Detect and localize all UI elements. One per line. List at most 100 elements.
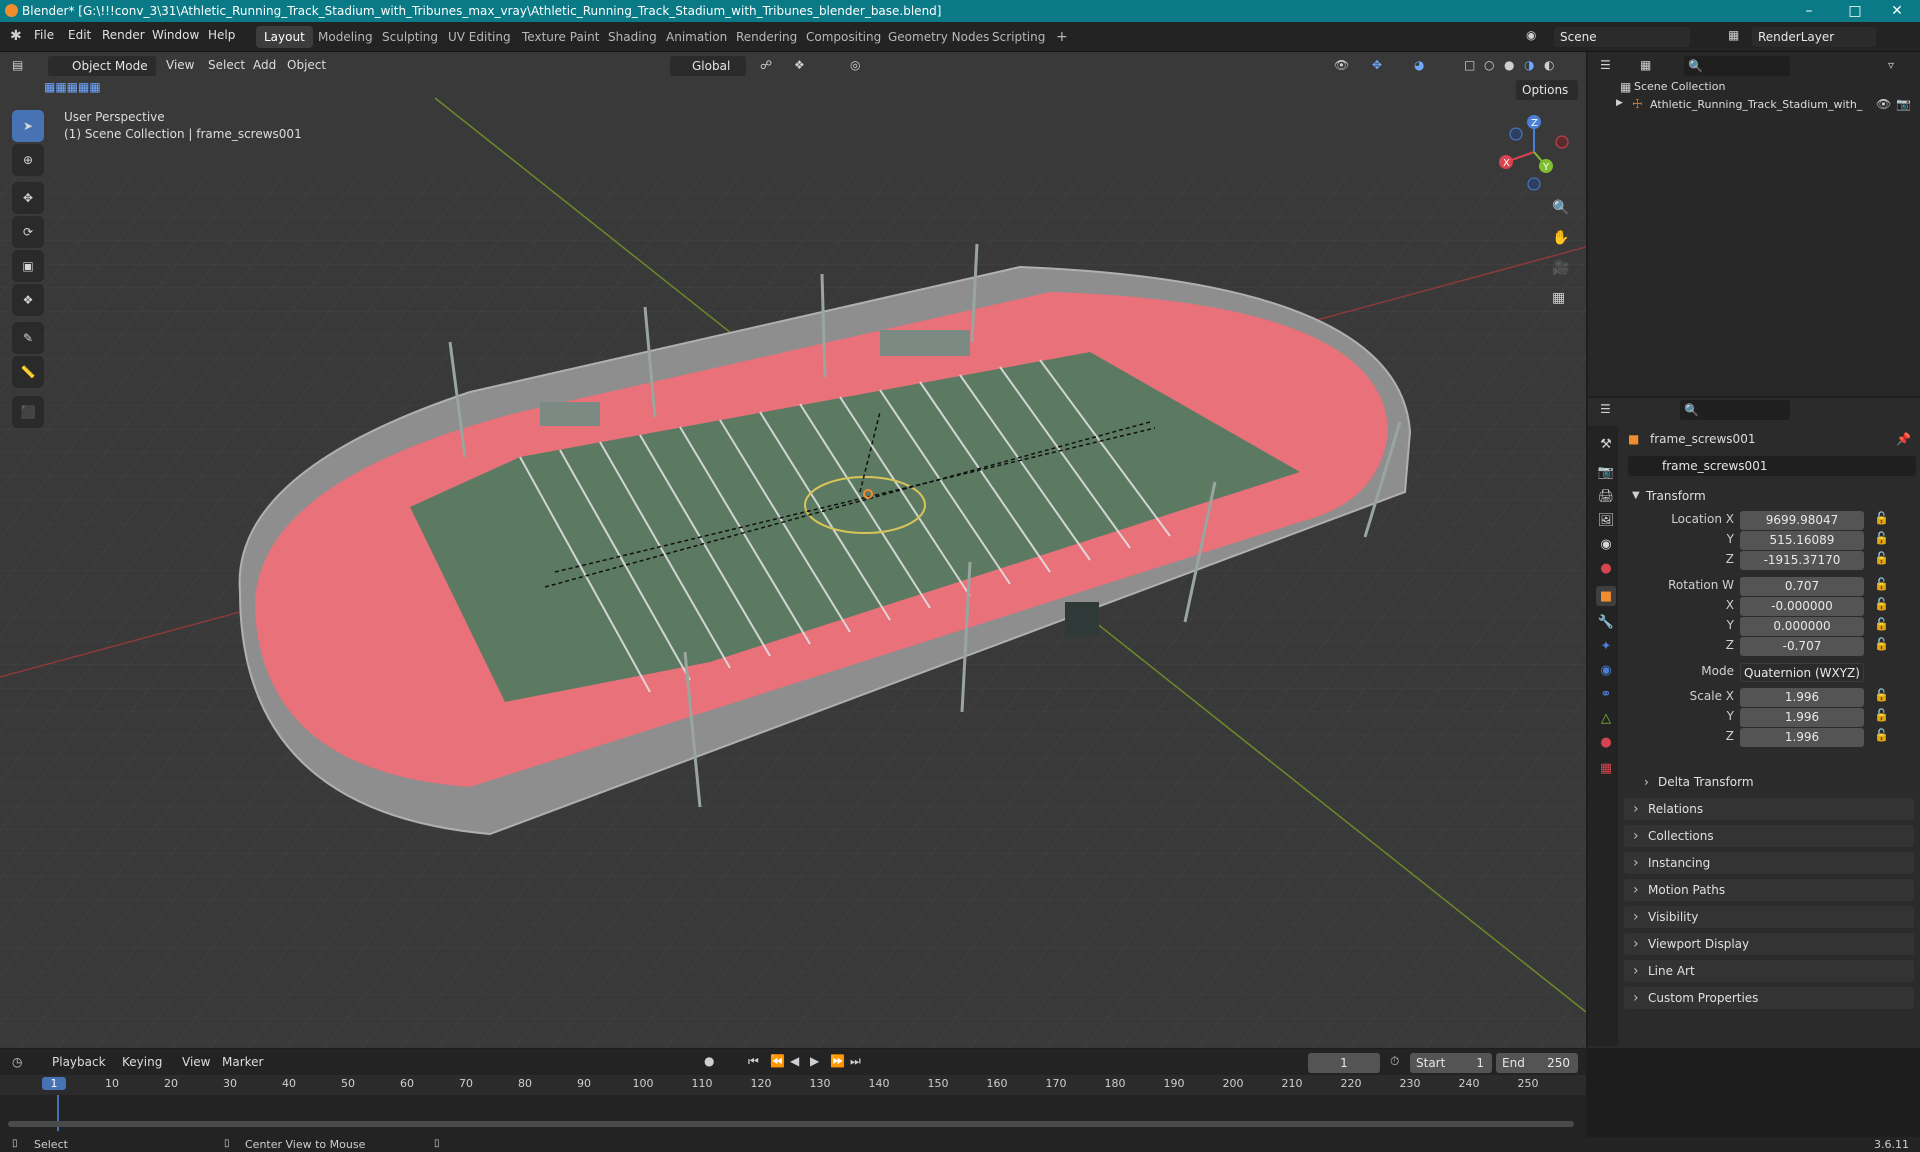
menu-render[interactable]: Render (102, 28, 145, 42)
transform-header[interactable]: ▼ Transform (1624, 486, 1914, 506)
menu-edit[interactable]: Edit (68, 28, 91, 42)
viewport-scene[interactable] (0, 52, 1586, 1048)
object-tab-icon[interactable]: ■ (1596, 586, 1616, 606)
play-reverse-icon[interactable]: ◀ (790, 1054, 799, 1068)
location-x-field[interactable]: 9699.98047 (1740, 511, 1864, 530)
menu-window[interactable]: Window (152, 28, 199, 42)
rotation-z-field[interactable]: -0.707 (1740, 637, 1864, 656)
material-tab-icon[interactable]: ● (1596, 732, 1616, 752)
perspective-grid-icon[interactable]: ▦ (1552, 290, 1565, 306)
lock-icon[interactable]: 🔓 (1874, 708, 1889, 722)
tab-geometry-nodes[interactable]: Geometry Nodes (880, 26, 997, 48)
add-workspace-button[interactable]: + (1048, 26, 1076, 48)
outliner-search-input[interactable]: 🔍 (1684, 56, 1790, 76)
lock-icon[interactable]: 🔓 (1874, 597, 1889, 611)
tool-tab-icon[interactable]: ⚒ (1596, 434, 1616, 454)
world-tab-icon[interactable]: ● (1596, 558, 1616, 578)
scale-z-field[interactable]: 1.996 (1740, 728, 1864, 747)
tab-modeling[interactable]: Modeling (310, 26, 381, 48)
eye-visibility-icon[interactable]: 👁 (1876, 97, 1891, 111)
solid-shading-icon[interactable]: ● (1504, 58, 1514, 72)
scene-collection-label[interactable]: Scene Collection (1634, 80, 1725, 93)
panel-instancing[interactable]: Instancing (1624, 852, 1914, 874)
rotation-mode-dropdown[interactable]: Quaternion (WXYZ) (1740, 663, 1864, 682)
jump-start-icon[interactable]: ⏮ (748, 1054, 759, 1069)
properties-search-input[interactable]: 🔍 (1680, 400, 1790, 420)
overlay-toggle-icon[interactable]: ◕ (1414, 58, 1424, 72)
panel-motion-paths[interactable]: Motion Paths (1624, 879, 1914, 901)
scale-x-field[interactable]: 1.996 (1740, 688, 1864, 707)
camera-render-icon[interactable]: 📷 (1896, 97, 1911, 111)
expand-arrow-icon[interactable]: ▶ (1616, 98, 1623, 108)
filter-icon[interactable]: ▿ (1888, 58, 1894, 72)
lock-icon[interactable]: 🔓 (1874, 728, 1889, 742)
annotate-tool[interactable]: ✎ (12, 322, 44, 354)
outliner-row-stadium[interactable]: ▶ ☩ Athletic_Running_Track_Stadium_with_… (1588, 96, 1920, 114)
modifier-tab-icon[interactable]: 🔧 (1596, 612, 1616, 632)
viewport-menu-view[interactable]: View (166, 58, 194, 72)
maximize-button[interactable]: □ (1832, 0, 1878, 22)
physics-tab-icon[interactable]: ◉ (1596, 660, 1616, 680)
play-icon[interactable]: ▶ (810, 1054, 819, 1068)
display-mode-icon[interactable]: ▦ (1640, 58, 1651, 72)
timeline-editor-icon[interactable]: ◷ (12, 1055, 22, 1069)
data-tab-icon[interactable]: △ (1596, 708, 1616, 728)
move-tool[interactable]: ✥ (12, 182, 44, 214)
panel-relations[interactable]: Relations (1624, 798, 1914, 820)
jump-end-icon[interactable]: ⏭ (850, 1054, 861, 1069)
wireframe-shading-icon[interactable]: ○ (1484, 58, 1494, 72)
panel-custom-properties[interactable]: Custom Properties (1624, 987, 1914, 1009)
constraints-tab-icon[interactable]: ⚭ (1596, 684, 1616, 704)
timeline-menu-marker[interactable]: Marker (222, 1055, 263, 1069)
lock-icon[interactable]: 🔓 (1874, 577, 1889, 591)
next-keyframe-icon[interactable]: ⏩ (830, 1054, 845, 1068)
pivot-icon[interactable]: ☍ (760, 58, 772, 72)
panel-collections[interactable]: Collections (1624, 825, 1914, 847)
visibility-icon[interactable]: 👁 (1334, 58, 1349, 72)
select-box-tool[interactable]: ➤ (12, 110, 44, 142)
output-tab-icon[interactable]: 🖨 (1596, 486, 1616, 506)
render-tab-icon[interactable]: 📷 (1596, 462, 1616, 482)
scale-tool[interactable]: ▣ (12, 250, 44, 282)
lock-icon[interactable]: 🔓 (1874, 511, 1889, 525)
rotation-y-field[interactable]: 0.000000 (1740, 617, 1864, 636)
rotation-w-field[interactable]: 0.707 (1740, 577, 1864, 596)
viewport-menu-add[interactable]: Add (253, 58, 276, 72)
viewport-menu-object[interactable]: Object (287, 58, 326, 72)
options-dropdown[interactable]: Options (1516, 80, 1578, 100)
object-name-field[interactable]: frame_screws001 (1628, 456, 1916, 476)
measure-tool[interactable]: 📏 (12, 356, 44, 388)
navigation-gizmo[interactable]: Z X Y (1494, 112, 1574, 192)
rotation-x-field[interactable]: -0.000000 (1740, 597, 1864, 616)
tab-scripting[interactable]: Scripting (984, 26, 1053, 48)
pan-hand-icon[interactable]: ✋ (1552, 230, 1569, 246)
render-layer-selector[interactable]: RenderLayer (1752, 27, 1876, 47)
select-box-mode-icon[interactable]: ▦▦▦▦▦ (44, 80, 101, 94)
orientation-dropdown[interactable]: Global (670, 56, 746, 76)
tab-shading[interactable]: Shading (600, 26, 665, 48)
cursor-tool[interactable]: ⊕ (12, 144, 44, 176)
outliner-editor-icon[interactable]: ☰ (1600, 58, 1611, 72)
viewport-menu-select[interactable]: Select (208, 58, 245, 72)
menu-help[interactable]: Help (208, 28, 235, 42)
xray-icon[interactable]: □ (1464, 58, 1475, 72)
mode-dropdown[interactable]: Object Mode (48, 56, 156, 76)
lock-icon[interactable]: 🔓 (1874, 617, 1889, 631)
scene-selector[interactable]: Scene (1554, 27, 1690, 47)
record-icon[interactable]: ● (704, 1054, 714, 1068)
end-frame-field[interactable]: End 250 (1496, 1053, 1578, 1073)
gizmo-toggle-icon[interactable]: ✥ (1372, 58, 1382, 72)
view-layer-tab-icon[interactable]: 🖼 (1596, 510, 1616, 530)
lock-icon[interactable]: 🔓 (1874, 637, 1889, 651)
scene-tab-icon[interactable]: ◉ (1596, 534, 1616, 554)
timeline-menu-playback[interactable]: Playback (52, 1055, 106, 1069)
particles-tab-icon[interactable]: ✦ (1596, 636, 1616, 656)
lock-icon[interactable]: 🔓 (1874, 531, 1889, 545)
close-button[interactable]: ✕ (1874, 0, 1920, 22)
blender-menu-icon[interactable]: ✱ (10, 28, 22, 44)
panel-visibility[interactable]: Visibility (1624, 906, 1914, 928)
tab-animation[interactable]: Animation (658, 26, 735, 48)
tab-rendering[interactable]: Rendering (728, 26, 805, 48)
transform-tool[interactable]: ❖ (12, 284, 44, 316)
tab-sculpting[interactable]: Sculpting (374, 26, 446, 48)
